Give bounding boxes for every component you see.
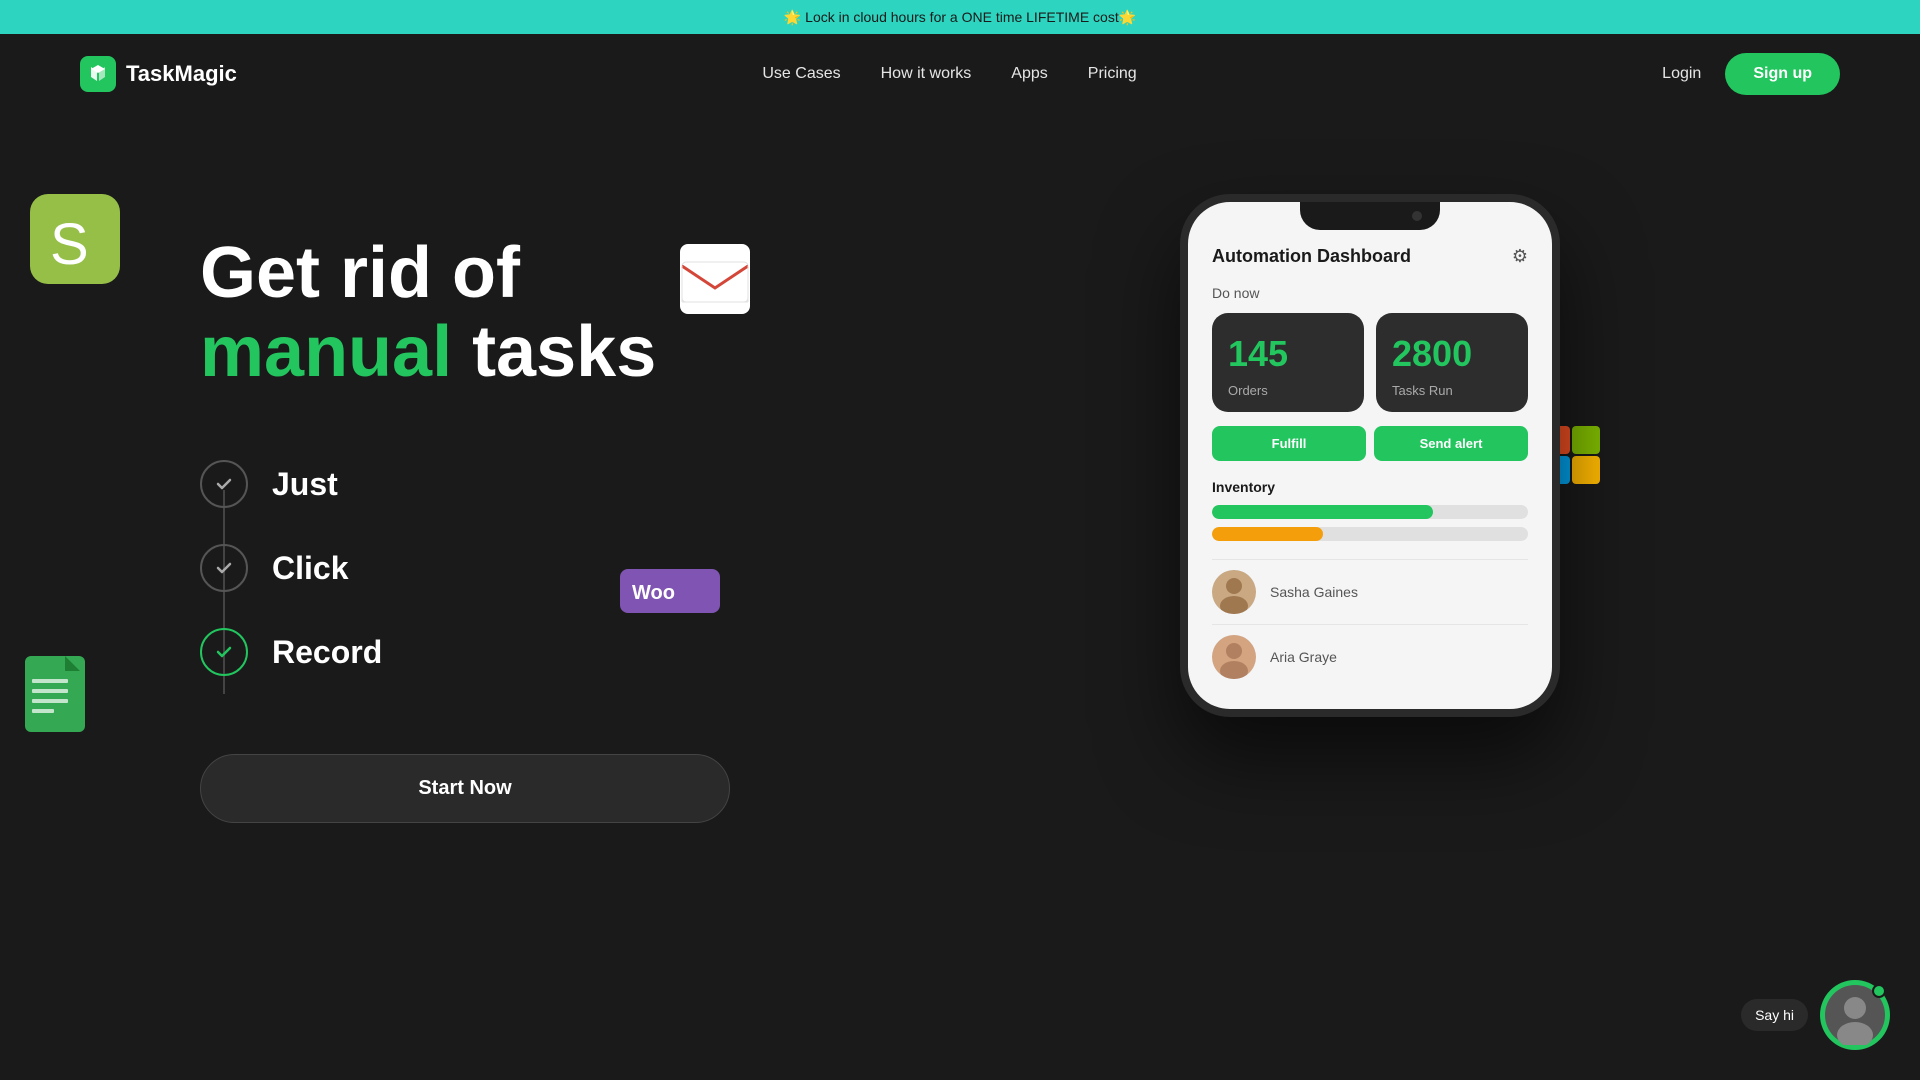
dashboard-header: Automation Dashboard ⚙ [1212,246,1528,267]
hero-title: Get rid of manual tasks [200,234,900,392]
logo[interactable]: TaskMagic [80,56,237,92]
nav-apps[interactable]: Apps [1011,65,1047,82]
google-sheets-icon [20,654,90,739]
hero-right: Automation Dashboard ⚙ Do now 145 Orders… [900,174,1840,717]
automation-dashboard: Automation Dashboard ⚙ Do now 145 Orders… [1204,246,1536,689]
dashboard-title: Automation Dashboard [1212,246,1411,267]
step-circle-click [200,544,248,592]
step-circle-just [200,460,248,508]
nav-links: Use Cases How it works Apps Pricing [762,65,1136,83]
person-name-sasha: Sasha Gaines [1270,584,1358,600]
chat-online-dot [1872,984,1886,998]
hero-title-rest: tasks [452,312,656,392]
step-label-click: Click [272,550,348,587]
signup-button[interactable]: Sign up [1725,53,1840,95]
chat-avatar-container[interactable] [1820,980,1890,1050]
orders-label: Orders [1228,383,1348,398]
phone-mockup: Automation Dashboard ⚙ Do now 145 Orders… [1180,194,1560,717]
logo-icon [80,56,116,92]
navbar: TaskMagic Use Cases How it works Apps Pr… [0,34,1920,114]
inventory-label: Inventory [1212,479,1528,495]
login-link[interactable]: Login [1662,65,1701,83]
hero-title-green: manual [200,312,452,392]
step-circle-record [200,628,248,676]
hero-title-line1: Get rid of [200,233,520,313]
fulfill-button[interactable]: Fulfill [1212,426,1366,461]
hero-left: Get rid of manual tasks Just Clic [200,174,900,823]
step-label-just: Just [272,466,338,503]
start-now-button[interactable]: Start Now [200,754,730,823]
progress-bar-orange [1212,527,1528,541]
send-alert-button[interactable]: Send alert [1374,426,1528,461]
person-row-2: Aria Graye [1212,624,1528,689]
do-now-label: Do now [1212,285,1528,301]
stats-grid: 145 Orders 2800 Tasks Run [1212,313,1528,412]
stat-actions: Fulfill Send alert [1212,426,1528,461]
orders-number: 145 [1228,333,1348,375]
tasks-label: Tasks Run [1392,383,1512,398]
person-row-1: Sasha Gaines [1212,559,1528,624]
tasks-number: 2800 [1392,333,1512,375]
step-just: Just [200,442,900,526]
nav-use-cases[interactable]: Use Cases [762,65,840,82]
step-label-record: Record [272,634,382,671]
chat-widget: Say hi [1741,980,1890,1050]
progress-fill-orange [1212,527,1323,541]
orders-card: 145 Orders [1212,313,1364,412]
nav-pricing[interactable]: Pricing [1088,65,1137,82]
banner-text: 🌟 Lock in cloud hours for a ONE time LIF… [784,9,1136,26]
avatar-sasha [1212,570,1256,614]
svg-text:S: S [50,212,89,277]
nav-actions: Login Sign up [1662,53,1840,95]
chat-label: Say hi [1741,999,1808,1031]
progress-bar-green [1212,505,1528,519]
gmail-icon [680,244,750,319]
shopify-icon: S [30,194,120,289]
hero-section: S Woo [0,114,1920,1054]
logo-text: TaskMagic [126,61,237,87]
progress-fill-green [1212,505,1433,519]
nav-how-it-works[interactable]: How it works [881,65,972,82]
steps-list: Just Click Record [200,442,900,694]
progress-bars [1212,505,1528,541]
tasks-card: 2800 Tasks Run [1376,313,1528,412]
avatar-aria [1212,635,1256,679]
step-click: Click [200,526,900,610]
settings-icon[interactable]: ⚙ [1512,246,1528,267]
top-banner: 🌟 Lock in cloud hours for a ONE time LIF… [0,0,1920,34]
step-record: Record [200,610,900,694]
person-name-aria: Aria Graye [1270,649,1337,665]
